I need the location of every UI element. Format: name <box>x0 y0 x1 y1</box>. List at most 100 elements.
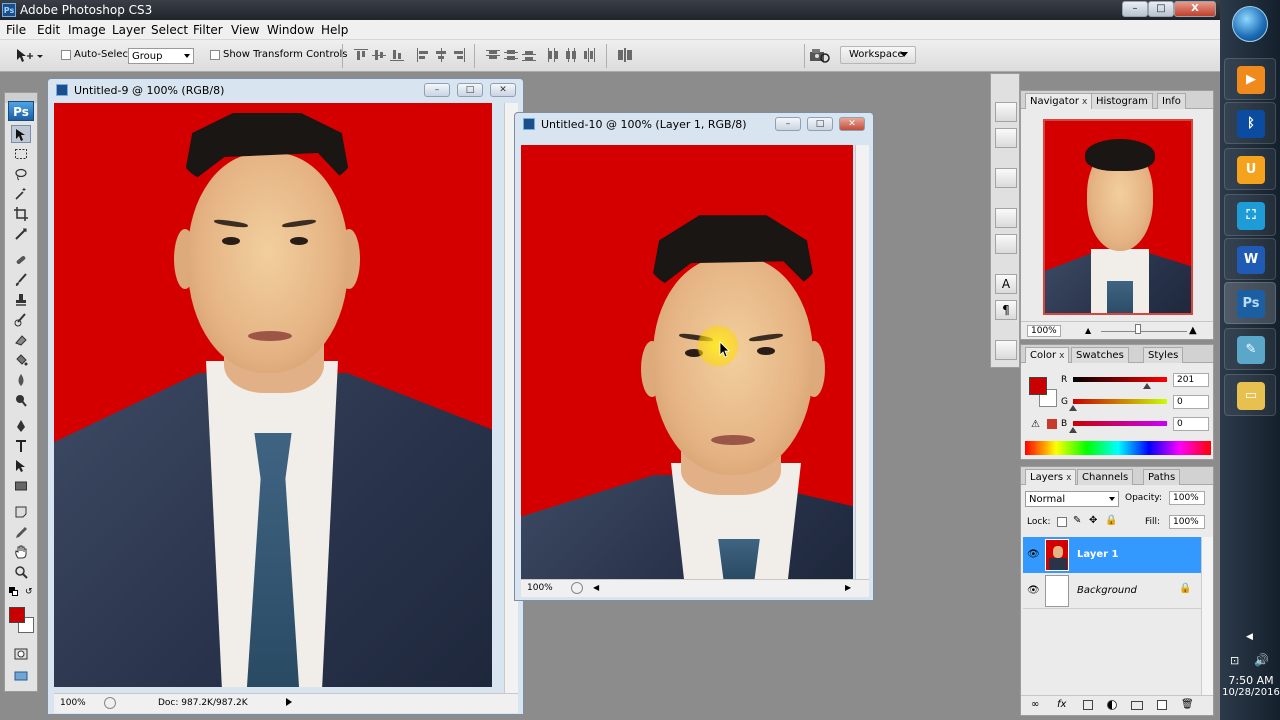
adjustment-layer-icon[interactable] <box>1107 700 1117 710</box>
layer-mask-icon[interactable] <box>1083 700 1093 710</box>
distribute-top-icon[interactable] <box>486 48 500 62</box>
lock-position-icon[interactable]: ✥ <box>1089 515 1097 526</box>
distribute-vcenter-icon[interactable] <box>504 48 518 62</box>
actions-icon[interactable] <box>995 128 1017 148</box>
network-icon[interactable]: ⊡ <box>1230 654 1239 667</box>
lock-transparent-icon[interactable] <box>1057 517 1067 527</box>
lock-image-icon[interactable]: ✎ <box>1073 515 1081 526</box>
g-slider-thumb[interactable] <box>1069 405 1077 411</box>
volume-icon[interactable]: 🔊 <box>1254 653 1269 667</box>
minimize-button[interactable]: – <box>1122 1 1148 17</box>
opacity-input[interactable]: 100% <box>1169 491 1205 505</box>
zoom-out-icon[interactable]: ▲ <box>1085 326 1091 335</box>
menu-filter[interactable]: Filter <box>193 23 223 37</box>
tab-swatches[interactable]: Swatches <box>1071 347 1129 363</box>
screen-mode-icon[interactable] <box>11 667 31 685</box>
color-spectrum-bar[interactable] <box>1025 441 1211 455</box>
layer-style-icon[interactable]: fx <box>1057 699 1066 710</box>
align-hcenter-icon[interactable] <box>434 48 448 62</box>
doc-minimize-button[interactable]: – <box>775 117 801 131</box>
doc-close-button[interactable]: ✕ <box>490 83 516 97</box>
doc-minimize-button[interactable]: – <box>424 83 450 97</box>
b-value[interactable]: 0 <box>1173 417 1209 431</box>
navigator-thumbnail[interactable] <box>1043 119 1193 315</box>
document-canvas[interactable] <box>54 103 492 687</box>
scroll-left-icon[interactable]: ◀ <box>593 583 599 592</box>
clone-source-icon[interactable] <box>995 234 1017 254</box>
crop-tool[interactable] <box>11 205 31 223</box>
taskbar-media-player[interactable]: ▶ <box>1224 58 1276 100</box>
align-top-icon[interactable] <box>354 48 368 62</box>
taskbar-clock[interactable]: 7:50 AM 10/28/2016 <box>1222 674 1280 698</box>
pen-tool[interactable] <box>11 417 31 435</box>
character-icon[interactable]: A <box>995 274 1017 294</box>
menu-window[interactable]: Window <box>267 23 314 37</box>
b-slider-thumb[interactable] <box>1069 427 1077 433</box>
rectangle-tool[interactable] <box>11 477 31 495</box>
zoom-level[interactable]: 100% <box>60 698 86 708</box>
tab-channels[interactable]: Channels <box>1077 469 1134 485</box>
taskbar-screen-capture[interactable]: ⛶ <box>1224 194 1276 236</box>
zoom-tool[interactable] <box>11 563 31 581</box>
tab-histogram[interactable]: Histogram <box>1091 93 1153 109</box>
auto-select-checkbox[interactable] <box>61 50 71 60</box>
type-tool[interactable] <box>11 437 31 455</box>
doc-close-button[interactable]: ✕ <box>839 117 865 131</box>
hand-tool[interactable] <box>11 543 31 561</box>
gamut-warning-icon[interactable]: ⚠ <box>1031 419 1040 430</box>
eraser-tool[interactable] <box>11 331 31 349</box>
distribute-left-icon[interactable] <box>546 48 560 62</box>
new-group-icon[interactable] <box>1131 701 1143 710</box>
menu-view[interactable]: View <box>231 23 259 37</box>
distribute-right-icon[interactable] <box>582 48 596 62</box>
notes-tool[interactable] <box>11 503 31 521</box>
paragraph-icon[interactable]: ¶ <box>995 300 1017 320</box>
close-button[interactable]: X <box>1174 1 1216 17</box>
status-menu-icon[interactable] <box>104 697 116 709</box>
status-arrow-icon[interactable] <box>286 698 292 706</box>
trash-icon[interactable]: 🗑 <box>1181 699 1194 710</box>
r-value[interactable]: 201 <box>1173 373 1209 387</box>
quick-mask-icon[interactable] <box>11 645 31 663</box>
zoom-level[interactable]: 100% <box>527 583 553 593</box>
restore-button[interactable]: □ <box>1148 1 1174 17</box>
taskbar-uc-browser[interactable]: U <box>1224 148 1276 190</box>
tab-info[interactable]: Info <box>1157 93 1186 109</box>
eye-icon[interactable]: 👁 <box>1027 585 1040 596</box>
healing-brush-tool[interactable] <box>11 251 31 269</box>
tab-styles[interactable]: Styles <box>1143 347 1184 363</box>
menu-help[interactable]: Help <box>321 23 348 37</box>
navigator-zoom[interactable]: 100% <box>1027 325 1061 337</box>
r-slider-thumb[interactable] <box>1143 383 1152 389</box>
taskbar-photoshop[interactable]: Ps <box>1224 282 1276 324</box>
tab-color[interactable]: Color x <box>1025 347 1070 363</box>
lock-all-icon[interactable]: 🔒 <box>1105 515 1117 526</box>
taskbar-file-explorer[interactable]: ▭ <box>1224 374 1276 416</box>
eyedropper-tool[interactable] <box>11 523 31 541</box>
distribute-bottom-icon[interactable] <box>522 48 536 62</box>
align-left-icon[interactable] <box>416 48 430 62</box>
distribute-hcenter-icon[interactable] <box>564 48 578 62</box>
taskbar-bluetooth[interactable]: ᛒ <box>1224 102 1276 144</box>
scroll-right-icon[interactable]: ▶ <box>845 583 851 592</box>
b-slider[interactable] <box>1073 421 1167 426</box>
brushes-icon[interactable] <box>995 208 1017 228</box>
zoom-in-icon[interactable]: ▲ <box>1189 325 1197 336</box>
brush-tool[interactable] <box>11 271 31 289</box>
doc-maximize-button[interactable]: □ <box>457 83 483 97</box>
align-bottom-icon[interactable] <box>390 48 404 62</box>
blend-mode-dropdown[interactable]: Normal <box>1025 491 1119 507</box>
clone-stamp-tool[interactable] <box>11 291 31 309</box>
layer-row[interactable]: 👁 Background 🔒 <box>1023 573 1201 609</box>
menu-file[interactable]: File <box>6 23 26 37</box>
magic-wand-tool[interactable] <box>11 185 31 203</box>
g-value[interactable]: 0 <box>1173 395 1209 409</box>
gamut-color-icon[interactable] <box>1047 419 1057 429</box>
fill-input[interactable]: 100% <box>1169 515 1205 529</box>
marquee-tool[interactable] <box>11 145 31 163</box>
zoom-slider-thumb[interactable] <box>1135 324 1141 334</box>
document-title-bar[interactable]: Untitled-9 @ 100% (RGB/8) – □ ✕ <box>48 79 523 101</box>
menu-edit[interactable]: Edit <box>37 23 60 37</box>
link-layers-icon[interactable]: ∞ <box>1031 699 1039 710</box>
show-hidden-icons-icon[interactable]: ◀ <box>1246 632 1253 642</box>
